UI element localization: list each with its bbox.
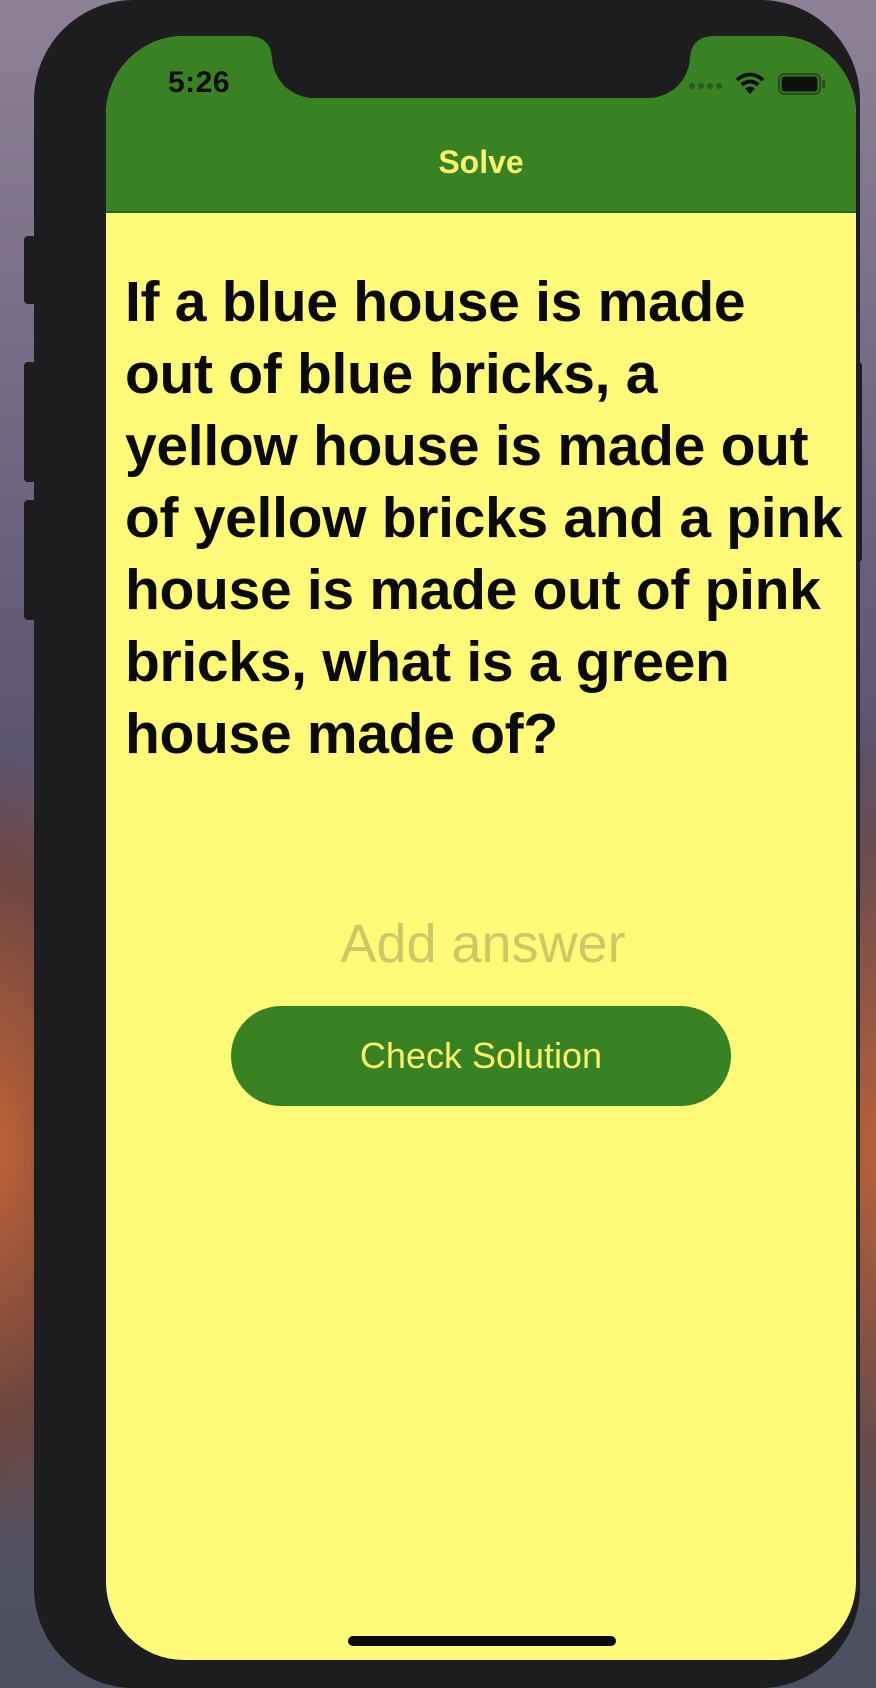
app-screen: 5:26 Solve If a blue house is made out o…	[106, 36, 856, 1660]
signal-dots-icon	[688, 77, 722, 95]
status-icons	[688, 72, 826, 100]
status-time: 5:26	[168, 66, 231, 99]
home-indicator[interactable]	[348, 1636, 616, 1646]
wifi-icon	[734, 72, 766, 101]
battery-icon	[778, 72, 826, 100]
device-notch	[252, 36, 710, 98]
page-title: Solve	[438, 144, 524, 180]
phone-frame: 5:26 Solve If a blue house is made out o…	[34, 0, 860, 1688]
check-solution-button[interactable]: Check Solution	[231, 1006, 731, 1106]
answer-input[interactable]	[206, 908, 760, 980]
question-text: If a blue house is made out of blue bric…	[125, 270, 843, 766]
